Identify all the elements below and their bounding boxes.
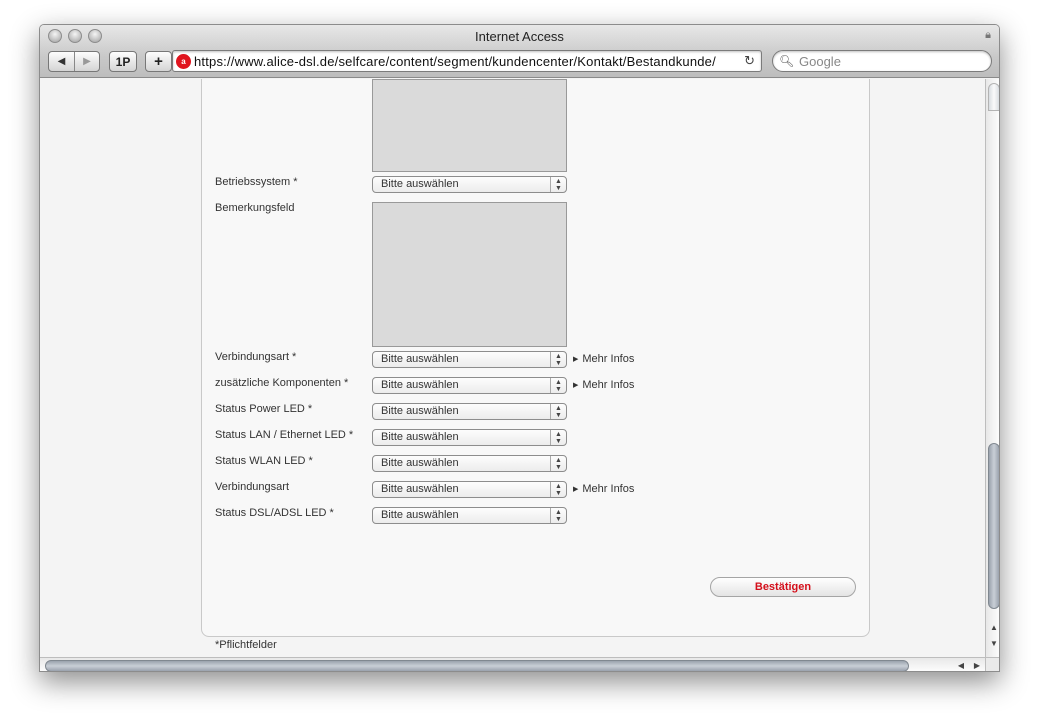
label-status-lan-led: Status LAN / Ethernet LED *	[215, 429, 354, 441]
stepper-arrows-icon: ▲ ▼	[550, 482, 566, 497]
select-value: Bitte auswählen	[381, 405, 459, 417]
back-arrow-icon[interactable]: ◀	[49, 52, 74, 71]
search-input[interactable]: 🔍︎ Google	[772, 50, 992, 72]
stepper-arrows-icon: ▲ ▼	[550, 456, 566, 471]
mehr-infos-link[interactable]: ▶ Mehr Infos	[573, 483, 634, 495]
label-status-wlan-led: Status WLAN LED *	[215, 455, 313, 467]
resize-grip-icon[interactable]	[985, 657, 999, 671]
select-value: Bitte auswählen	[381, 483, 459, 495]
alice-logo-icon: a	[176, 54, 191, 69]
scrollbar-track-cap	[988, 83, 999, 111]
scroll-down-icon[interactable]: ▼	[986, 639, 999, 648]
url-text[interactable]: https://www.alice-dsl.de/selfcare/conten…	[194, 54, 734, 69]
select-value: Bitte auswählen	[381, 509, 459, 521]
link-text: Mehr Infos	[582, 353, 635, 365]
label-betriebssystem: Betriebssystem *	[215, 176, 298, 188]
select-value: Bitte auswählen	[381, 431, 459, 443]
label-verbindungsart: Verbindungsart *	[215, 351, 297, 363]
stepper-arrows-icon: ▲ ▼	[550, 378, 566, 393]
stepper-arrows-icon: ▲ ▼	[550, 352, 566, 367]
page-viewport: Betriebssystem * Bitte auswählen ▲ ▼ Beme…	[40, 79, 985, 657]
link-text: Mehr Infos	[582, 483, 635, 495]
triangle-right-icon: ▶	[573, 486, 579, 493]
link-text: Mehr Infos	[582, 379, 635, 391]
scroll-right-icon[interactable]: ▶	[974, 661, 980, 670]
scroll-up-icon[interactable]: ▲	[986, 623, 999, 632]
add-bookmark-button[interactable]: +	[145, 51, 172, 72]
triangle-right-icon: ▶	[573, 356, 579, 363]
stepper-arrows-icon: ▲ ▼	[550, 430, 566, 445]
stepper-arrows-icon: ▲ ▼	[550, 404, 566, 419]
bemerkungsfeld-textarea[interactable]	[372, 202, 567, 347]
stepper-arrows-icon: ▲ ▼	[550, 177, 566, 192]
label-status-power-led: Status Power LED *	[215, 403, 313, 415]
mehr-infos-link[interactable]: ▶ Mehr Infos	[573, 379, 634, 391]
select-status-power-led[interactable]: Bitte auswählen ▲ ▼	[372, 403, 567, 420]
label-status-dsl-led: Status DSL/ADSL LED *	[215, 507, 334, 519]
horizontal-scrollbar[interactable]	[40, 657, 985, 671]
select-zusaetzliche-komponenten[interactable]: Bitte auswählen ▲ ▼	[372, 377, 567, 394]
label-bemerkungsfeld: Bemerkungsfeld	[215, 202, 295, 214]
select-verbindungsart[interactable]: Bitte auswählen ▲ ▼	[372, 351, 567, 368]
horizontal-scroll-thumb[interactable]	[45, 660, 909, 671]
triangle-right-icon: ▶	[573, 382, 579, 389]
select-status-dsl-led[interactable]: Bitte auswählen ▲ ▼	[372, 507, 567, 524]
select-betriebssystem[interactable]: Bitte auswählen ▲ ▼	[372, 176, 567, 193]
title-bar: Internet Access 🔒︎ ◀ ▶ 1P + a https://ww…	[40, 25, 999, 78]
onepassword-button[interactable]: 1P	[109, 51, 137, 72]
browser-window: Internet Access 🔒︎ ◀ ▶ 1P + a https://ww…	[39, 24, 1000, 672]
lock-icon: 🔒︎	[985, 29, 991, 41]
select-value: Bitte auswählen	[381, 353, 459, 365]
label-zusaetzliche-komponenten: zusätzliche Komponenten *	[215, 377, 349, 389]
label-verbindungsart-2: Verbindungsart	[215, 481, 289, 493]
address-bar[interactable]: a https://www.alice-dsl.de/selfcare/cont…	[172, 50, 762, 72]
select-value: Bitte auswählen	[381, 457, 459, 469]
forward-arrow-icon[interactable]: ▶	[74, 52, 99, 71]
required-fields-note: *Pflichtfelder	[215, 639, 277, 651]
description-textarea[interactable]	[372, 79, 567, 172]
scroll-left-icon[interactable]: ◀	[958, 661, 964, 670]
search-icon[interactable]: 🔍︎	[779, 54, 794, 68]
horizontal-scroll-arrows: ◀ ▶	[953, 657, 985, 671]
reload-icon[interactable]: ↻	[744, 53, 755, 69]
search-placeholder: Google	[799, 54, 841, 69]
vertical-scrollbar[interactable]: ▲ ▼	[985, 79, 999, 657]
mehr-infos-link[interactable]: ▶ Mehr Infos	[573, 353, 634, 365]
select-status-lan-led[interactable]: Bitte auswählen ▲ ▼	[372, 429, 567, 446]
submit-button[interactable]: Bestätigen	[710, 577, 856, 597]
select-value: Bitte auswählen	[381, 178, 459, 190]
select-status-wlan-led[interactable]: Bitte auswählen ▲ ▼	[372, 455, 567, 472]
select-verbindungsart-2[interactable]: Bitte auswählen ▲ ▼	[372, 481, 567, 498]
window-title: Internet Access	[475, 29, 564, 44]
vertical-scroll-thumb[interactable]	[988, 443, 999, 609]
select-value: Bitte auswählen	[381, 379, 459, 391]
stepper-arrows-icon: ▲ ▼	[550, 508, 566, 523]
nav-buttons: ◀ ▶	[48, 51, 100, 72]
